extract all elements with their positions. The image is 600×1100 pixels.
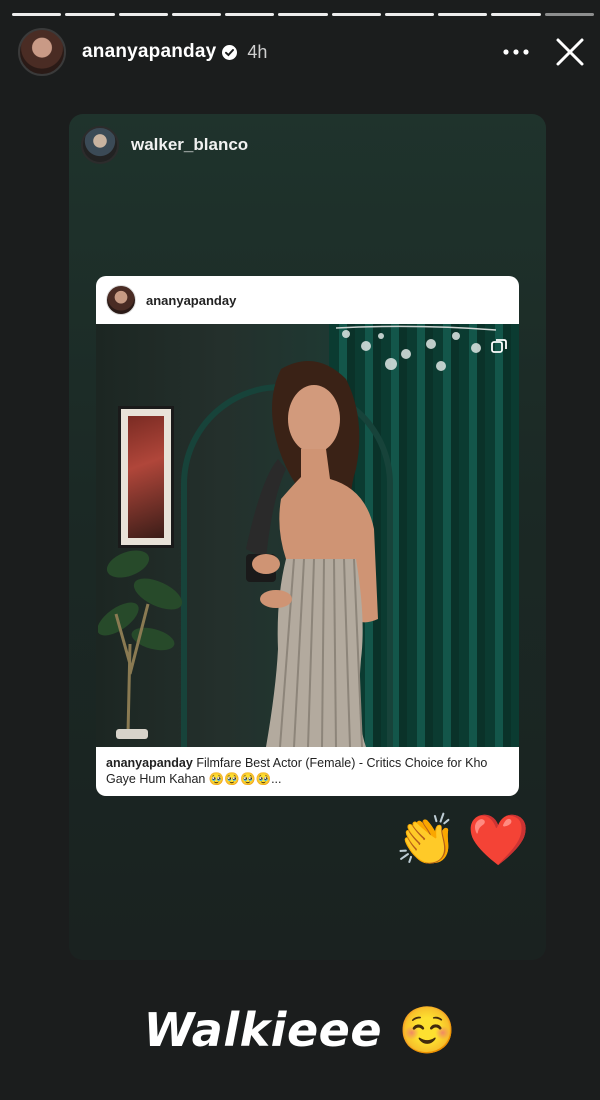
avatar[interactable]	[18, 28, 66, 76]
potted-plant	[98, 550, 183, 739]
progress-segment	[225, 13, 275, 16]
more-options-button[interactable]	[496, 32, 536, 72]
progress-segment	[331, 13, 381, 16]
story-text-overlay: Walkieee ☺️	[0, 1003, 600, 1058]
post-username: ananyapanday	[146, 292, 237, 308]
progress-segment	[278, 13, 328, 16]
progress-segment	[438, 13, 488, 16]
post-caption: ananyapanday Filmfare Best Actor (Female…	[96, 747, 519, 796]
embedded-post[interactable]: ananyapanday ananyapanday Filmfare Best …	[96, 276, 519, 796]
progress-segment	[491, 13, 541, 16]
close-button[interactable]	[550, 32, 590, 72]
story-text: Walkieee	[143, 1003, 383, 1057]
post-avatar	[106, 285, 136, 315]
post-header: ananyapanday	[96, 276, 519, 324]
clapping-hands-emoji: 👏	[395, 812, 458, 868]
story-username[interactable]: ananyapanday	[82, 41, 216, 63]
carousel-icon	[491, 339, 507, 353]
sharer-row[interactable]: walker_blanco	[81, 126, 248, 164]
story-header: ananyapanday 4h	[18, 28, 590, 76]
smiling-face-emoji: ☺️	[398, 1003, 457, 1057]
story-timestamp: 4h	[247, 41, 268, 62]
caption-username: ananyapanday	[106, 756, 193, 770]
progress-segment	[384, 13, 435, 16]
progress-segment	[118, 13, 168, 16]
emoji-stickers: 👏 ❤️	[395, 815, 530, 865]
sharer-username[interactable]: walker_blanco	[131, 135, 248, 155]
post-photo	[96, 324, 519, 747]
sharer-avatar[interactable]	[81, 126, 119, 164]
progress-segment	[544, 13, 594, 16]
progress-segment	[65, 13, 115, 16]
progress-segment	[12, 13, 62, 16]
progress-segment	[171, 13, 222, 16]
close-icon	[556, 38, 584, 66]
verified-badge-icon	[222, 44, 238, 60]
person-in-gown	[246, 361, 378, 747]
more-horizontal-icon	[503, 49, 529, 55]
story-progress-bar	[12, 13, 594, 16]
red-heart-emoji: ❤️	[467, 812, 530, 868]
